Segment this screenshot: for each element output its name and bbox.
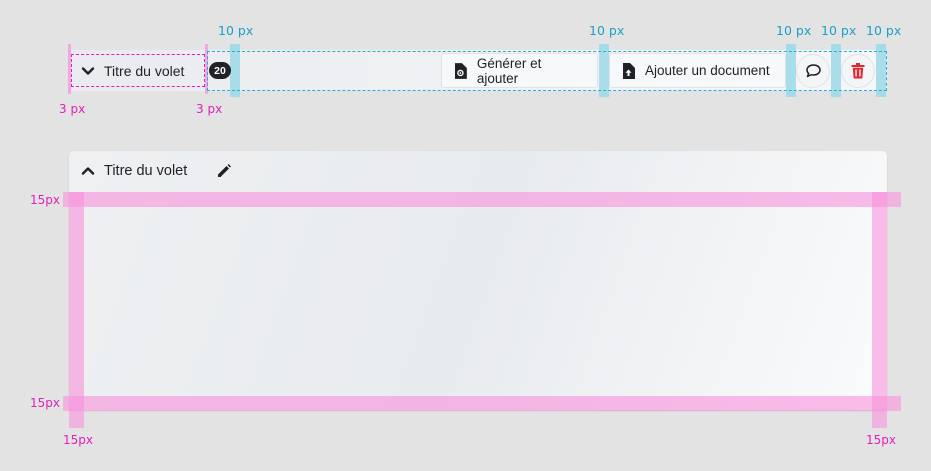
spacing-label-3px: 3 px (196, 102, 223, 116)
comment-icon (805, 64, 821, 78)
trash-icon (851, 63, 865, 79)
expanded-panel (69, 151, 887, 410)
padding-guide-left (69, 192, 84, 428)
spacing-label-3px: 3 px (59, 102, 86, 116)
spacing-label-10px: 10 px (866, 23, 902, 38)
padding-guide-right (872, 192, 887, 428)
generate-and-add-label: Générer et ajouter (476, 55, 542, 86)
file-upload-icon (623, 62, 635, 79)
spacing-label-15px: 15px (30, 193, 60, 207)
delete-button[interactable] (841, 54, 875, 88)
generate-and-add-button[interactable]: Générer et ajouter (441, 53, 598, 88)
count-badge: 20 (209, 62, 231, 79)
spacing-label-10px: 10 px (589, 23, 625, 38)
panel-title: Titre du volet (104, 163, 188, 179)
padding-guide-bottom (63, 396, 901, 411)
edit-pencil-icon[interactable] (216, 163, 232, 179)
padding-guide-top (63, 192, 901, 207)
spacing-label-15px: 15px (866, 433, 896, 447)
spacing-label-15px: 15px (30, 396, 60, 410)
comment-button[interactable] (796, 54, 830, 88)
panel-title: Titre du volet (104, 63, 185, 79)
spacing-label-10px: 10 px (776, 23, 812, 38)
expand-toggle[interactable]: Titre du volet (80, 160, 187, 182)
chevron-up-icon (81, 167, 95, 175)
add-document-button[interactable]: Ajouter un document (609, 53, 786, 88)
spacing-label-10px: 10 px (821, 23, 857, 38)
file-gear-icon (454, 62, 467, 79)
add-document-label: Ajouter un document (645, 63, 770, 78)
collapse-toggle[interactable]: Titre du volet (80, 60, 184, 82)
spacing-label-10px: 10 px (218, 23, 254, 38)
chevron-down-icon (81, 67, 95, 75)
spacing-label-15px: 15px (63, 433, 93, 447)
